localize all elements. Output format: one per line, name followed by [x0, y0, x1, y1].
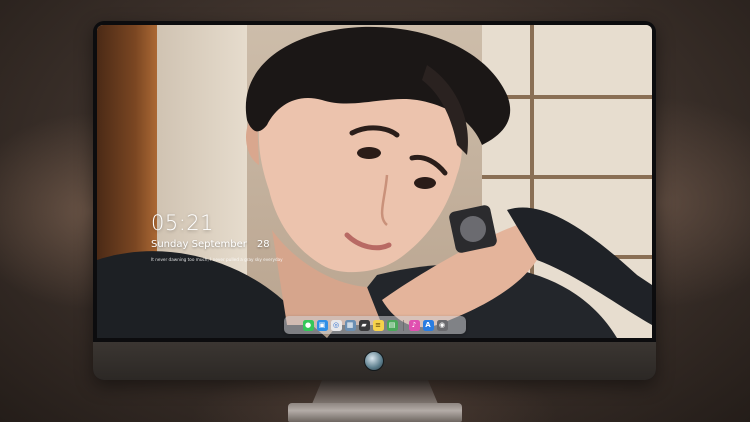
wallpaper-portrait [97, 26, 652, 338]
messages-icon[interactable]: ● [302, 319, 314, 331]
camera-icon[interactable]: ◉ [436, 319, 448, 331]
preview-icon[interactable]: ▦ [344, 319, 356, 331]
monitor-chin [93, 342, 656, 380]
lock-screen-clock: 05:21 [151, 211, 215, 235]
monitor-stand-neck [312, 380, 438, 404]
photos-icon[interactable]: ▤ [386, 319, 398, 331]
date-weekday-month: Sunday September [151, 239, 247, 250]
screen-wallpaper: 05:21 Sunday September 28 It never dawnin… [97, 25, 652, 338]
lock-screen-caption: It never dawning too much, I never pulle… [151, 257, 283, 262]
brand-logo-icon [364, 351, 384, 371]
dock-separator [402, 319, 404, 331]
notes-icon[interactable]: ≡ [372, 319, 384, 331]
clapper-icon[interactable]: ▰ [358, 319, 370, 331]
app-store-icon[interactable]: A [422, 319, 434, 331]
safari-icon[interactable]: ◎ [330, 319, 342, 331]
dock: ● ▣ ◎ ▦ ▰ ≡ ▤ ♪ A ◉ [284, 316, 466, 334]
itunes-icon[interactable]: ♪ [408, 319, 420, 331]
lock-screen-date: Sunday September 28 [151, 239, 270, 250]
finder-icon[interactable]: ▣ [316, 319, 328, 331]
date-day: 28 [256, 239, 270, 250]
imac-monitor: 05:21 Sunday September 28 It never dawnin… [93, 21, 656, 380]
monitor-stand-base [288, 403, 462, 422]
